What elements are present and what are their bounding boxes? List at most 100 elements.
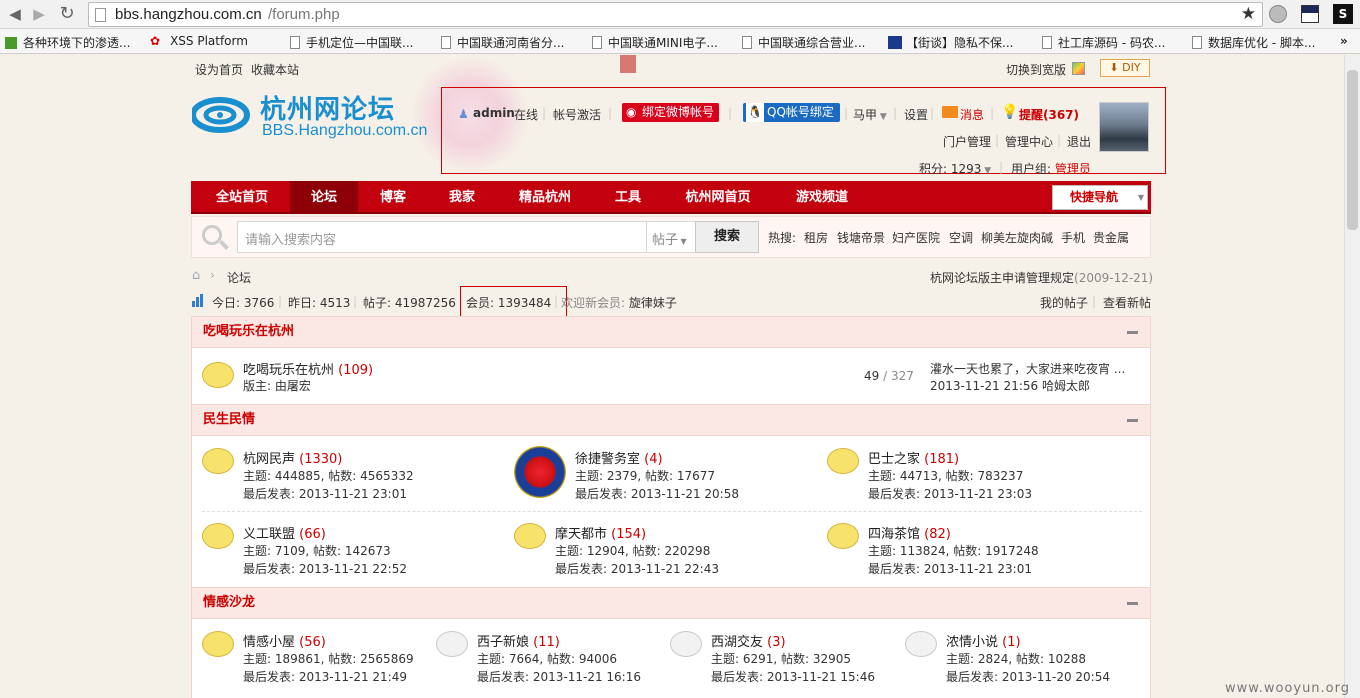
- forum-last-post[interactable]: 最后发表: 2013-11-21 23:01: [868, 560, 1032, 577]
- hot-search-link[interactable]: 钱塘帝景: [837, 229, 885, 246]
- hot-search-link[interactable]: 妇产医院: [892, 229, 940, 246]
- points-dropdown[interactable]: 积分: 1293 ▼: [919, 160, 991, 177]
- search-input[interactable]: 请输入搜索内容: [237, 221, 647, 253]
- bookmark-item[interactable]: 手机定位—中国联...: [290, 34, 413, 51]
- forum-link[interactable]: 徐捷警务室 (4): [575, 448, 663, 467]
- section-title: 情感沙龙: [203, 595, 256, 610]
- forum-link[interactable]: 浓情小说 (1): [946, 631, 1021, 650]
- address-bar[interactable]: bbs.hangzhou.com.cn /forum.php ★: [88, 2, 1263, 27]
- bookmarks-more[interactable]: »: [1340, 34, 1348, 48]
- bind-qq-button[interactable]: 🐧 QQ帐号绑定: [743, 103, 840, 122]
- stat-today: 今日: 3766: [212, 296, 275, 310]
- alt-account-dropdown[interactable]: 马甲 ▼: [853, 106, 887, 123]
- bookmark-item[interactable]: 社工库源码 - 码农...: [1042, 34, 1165, 51]
- globe-icon[interactable]: [1269, 5, 1287, 23]
- extension-s-icon[interactable]: S: [1333, 4, 1353, 24]
- avatar[interactable]: [1099, 102, 1149, 152]
- forum-last-post[interactable]: 最后发表: 2013-11-21 23:03: [868, 485, 1032, 502]
- bookmark-item[interactable]: 各种环境下的渗透...: [5, 34, 130, 51]
- bookmarks-bar: 各种环境下的渗透... ✿ XSS Platform 手机定位—中国联... 中国…: [0, 29, 1360, 54]
- newest-member-link[interactable]: 旋律妹子: [629, 296, 677, 310]
- wide-mode-link[interactable]: 切换到宽版: [1006, 61, 1066, 78]
- forum-link[interactable]: 巴士之家 (181): [868, 448, 959, 467]
- bookmark-item[interactable]: 中国联通综合营业...: [742, 34, 865, 51]
- collapse-icon[interactable]: [1127, 331, 1138, 334]
- hot-search-link[interactable]: 手机: [1061, 229, 1085, 246]
- set-home-link[interactable]: 设为首页: [195, 61, 243, 78]
- forum-link[interactable]: 摩天都市 (154): [555, 523, 646, 542]
- last-post-link[interactable]: 灌水一天也累了，大家进来吃夜宵 ...: [930, 360, 1125, 377]
- bookmark-item[interactable]: 数据库优化 - 脚本...: [1192, 34, 1315, 51]
- section-header[interactable]: 民生民情: [191, 404, 1151, 436]
- forum-link[interactable]: 义工联盟 (66): [243, 523, 326, 542]
- bookmark-favicon-icon: ✿: [150, 34, 161, 48]
- forum-link[interactable]: 吃喝玩乐在杭州 (109): [243, 359, 373, 378]
- forum-last-post[interactable]: 最后发表: 2013-11-21 22:52: [243, 560, 407, 577]
- nav-item-tools[interactable]: 工具: [594, 181, 662, 214]
- divider: |: [608, 106, 613, 120]
- hot-search-link[interactable]: 柳美左旋肉碱: [981, 229, 1053, 246]
- nav-item-blog[interactable]: 博客: [359, 181, 427, 214]
- back-icon[interactable]: ◀: [4, 4, 26, 24]
- hot-search-link[interactable]: 空调: [949, 229, 973, 246]
- quick-nav-button[interactable]: 快捷导航 ▼: [1052, 185, 1148, 210]
- home-icon[interactable]: ⌂: [192, 268, 200, 283]
- nav-item-myhome[interactable]: 我家: [428, 181, 496, 214]
- nav-item-games[interactable]: 游戏频道: [774, 181, 870, 214]
- forward-icon[interactable]: ▶: [28, 4, 50, 24]
- bookmark-label: 社工库源码 - 码农...: [1058, 36, 1166, 50]
- forum-link[interactable]: 西子新娘 (11): [477, 631, 560, 650]
- nav-item-home[interactable]: 全站首页: [199, 181, 285, 214]
- forum-last-post[interactable]: 最后发表: 2013-11-21 21:49: [243, 668, 407, 685]
- forum-last-post[interactable]: 最后发表: 2013-11-21 16:16: [477, 668, 641, 685]
- search-type-select[interactable]: 帖子 ▼: [646, 221, 696, 253]
- bookmark-item[interactable]: ✿ XSS Platform: [150, 34, 248, 48]
- section-header[interactable]: 吃喝玩乐在杭州: [191, 316, 1151, 348]
- collapse-icon[interactable]: [1127, 602, 1138, 605]
- logo-title[interactable]: 杭州网论坛: [260, 89, 395, 126]
- divider: |: [844, 106, 849, 120]
- my-posts-link[interactable]: 我的帖子: [1040, 294, 1088, 311]
- portal-admin-link[interactable]: 门户管理: [943, 133, 991, 150]
- bookmark-item[interactable]: 【街谈】隐私不保...: [888, 34, 1013, 51]
- reload-icon[interactable]: ↻: [56, 4, 78, 24]
- forum-link[interactable]: 西湖交友 (3): [711, 631, 786, 650]
- nav-item-hzw-home[interactable]: 杭州网首页: [663, 181, 773, 214]
- breadcrumb-current[interactable]: 论坛: [227, 269, 251, 286]
- logout-link[interactable]: 退出: [1067, 133, 1091, 150]
- collapse-icon[interactable]: [1127, 419, 1138, 422]
- reminders-link[interactable]: 提醒(367): [1019, 106, 1079, 123]
- messages-link[interactable]: 消息: [960, 106, 984, 123]
- forum-link[interactable]: 杭网民声 (1330): [243, 448, 342, 467]
- forum-last-post[interactable]: 最后发表: 2013-11-21 23:01: [243, 485, 407, 502]
- nav-item-forum[interactable]: 论坛: [290, 181, 358, 214]
- forum-last-post[interactable]: 最后发表: 2013-11-20 20:54: [946, 668, 1110, 685]
- notice[interactable]: 杭网论坛版主申请管理规定(2009-12-21): [930, 269, 1153, 286]
- scrollbar-thumb[interactable]: [1347, 70, 1358, 230]
- user-group-link[interactable]: 管理员: [1055, 162, 1091, 176]
- bind-weibo-button[interactable]: ◉ 绑定微博帐号: [622, 103, 719, 122]
- star-icon[interactable]: ★: [1241, 4, 1256, 24]
- forum-last-post[interactable]: 最后发表: 2013-11-21 15:46: [711, 668, 875, 685]
- forum-link[interactable]: 情感小屋 (56): [243, 631, 326, 650]
- online-status: 在线: [514, 108, 539, 122]
- nav-item-featured[interactable]: 精品杭州: [497, 181, 593, 214]
- forum-last-post[interactable]: 最后发表: 2013-11-21 20:58: [575, 485, 739, 502]
- username-link[interactable]: admin: [473, 106, 515, 120]
- forum-last-post[interactable]: 最后发表: 2013-11-21 22:43: [555, 560, 719, 577]
- window-icon[interactable]: [1301, 5, 1319, 23]
- diy-button[interactable]: ⬇ DIY: [1100, 59, 1150, 77]
- admin-center-link[interactable]: 管理中心: [1005, 133, 1053, 150]
- activate-account-link[interactable]: 帐号激活: [553, 106, 601, 123]
- settings-link[interactable]: 设置: [904, 106, 928, 123]
- new-posts-link[interactable]: 查看新帖: [1103, 294, 1151, 311]
- bookmark-site-link[interactable]: 收藏本站: [251, 61, 299, 78]
- forum-link[interactable]: 四海茶馆 (82): [868, 523, 951, 542]
- section-header[interactable]: 情感沙龙: [191, 587, 1151, 619]
- bookmark-item[interactable]: 中国联通河南省分...: [441, 34, 564, 51]
- search-button[interactable]: 搜索: [695, 221, 759, 253]
- bookmark-item[interactable]: 中国联通MINI电子...: [592, 34, 718, 51]
- forum-new-icon: [202, 631, 234, 657]
- hot-search-link[interactable]: 租房: [804, 229, 828, 246]
- hot-search-link[interactable]: 贵金属: [1093, 229, 1129, 246]
